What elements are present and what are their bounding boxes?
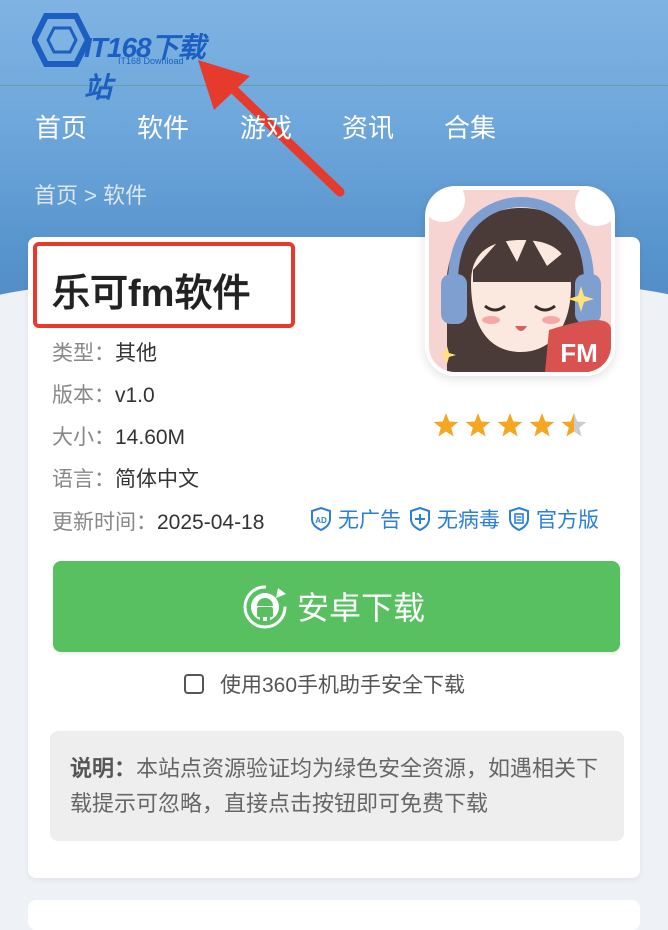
official-shield-icon [509, 507, 529, 531]
app-icon-art: FM [429, 190, 611, 372]
nav-home[interactable]: 首页 [35, 108, 87, 145]
next-card [28, 900, 640, 930]
app-icon: FM [425, 186, 615, 376]
info-type: 类型：其他 [52, 337, 157, 367]
breadcrumb[interactable]: 首页 > 软件 [34, 178, 147, 210]
info-size-value: 14.60M [115, 426, 186, 449]
plus-shield-icon [410, 507, 430, 531]
info-size-label: 大小： [52, 426, 115, 449]
app-title: 乐可fm软件 [52, 273, 251, 315]
info-size: 大小：14.60M [52, 421, 185, 451]
badge-no-ads: AD 无广告 [310, 504, 401, 534]
main-nav: 首页 软件 游戏 资讯 合集 [0, 108, 668, 148]
nav-games[interactable]: 游戏 [240, 108, 292, 145]
rating-stars [433, 413, 587, 437]
info-language-value: 简体中文 [115, 468, 199, 491]
download-button-label: 安卓下载 [297, 590, 426, 626]
rating-star-icon [465, 413, 491, 437]
info-update-label: 更新时间： [52, 511, 157, 534]
badge-no-virus-label: 无病毒 [437, 509, 500, 532]
nav-news[interactable]: 资讯 [342, 108, 394, 145]
ad-shield-icon: AD [311, 507, 331, 531]
nav-software[interactable]: 软件 [137, 108, 189, 145]
logo-icon [32, 13, 90, 67]
info-language: 语言：简体中文 [52, 463, 199, 493]
badge-no-ads-label: 无广告 [338, 509, 401, 532]
icon-fm-text: FM [560, 338, 598, 368]
note-body: 本站点资源验证均为绿色安全资源，如遇相关下载提示可忽略，直接点击按钮即可免费下载 [70, 756, 599, 816]
rating-star-icon [561, 413, 587, 437]
safety-badges: AD 无广告 无病毒 官方版 [310, 505, 607, 533]
rating-star-icon [497, 413, 523, 437]
app-icon-image: FM [429, 190, 611, 372]
safe-download-checkbox[interactable] [184, 674, 204, 694]
badge-no-virus: 无病毒 [409, 504, 500, 534]
rating-star-icon [529, 413, 555, 437]
note-text: 说明：本站点资源验证均为绿色安全资源，如遇相关下载提示可忽略，直接点击按钮即可免… [70, 751, 600, 821]
badge-official-label: 官方版 [536, 509, 599, 532]
info-type-label: 类型： [52, 342, 115, 365]
info-version-value: v1.0 [115, 384, 155, 407]
info-version-label: 版本： [52, 384, 115, 407]
info-update-time: 更新时间：2025-04-18 [52, 506, 264, 536]
info-type-value: 其他 [115, 342, 157, 365]
logo-subtext: IT168 Download [118, 56, 184, 66]
safe-download-label[interactable]: 使用360手机助手安全下载 [220, 669, 465, 699]
info-version: 版本：v1.0 [52, 379, 155, 409]
logo-text: IT168下载站 [84, 32, 206, 103]
rating-star-icon [433, 413, 459, 437]
info-language-label: 语言： [52, 468, 115, 491]
site-logo[interactable]: IT168下载站 IT168 Download [32, 12, 222, 103]
info-update-value: 2025-04-18 [157, 511, 265, 534]
android-download-button[interactable]: 安卓下载 [53, 561, 620, 652]
ad-shield-text: AD [315, 516, 327, 525]
badge-official: 官方版 [508, 504, 599, 534]
android-download-icon [243, 585, 287, 629]
download-note: 说明：本站点资源验证均为绿色安全资源，如遇相关下载提示可忽略，直接点击按钮即可免… [50, 731, 624, 841]
nav-collections[interactable]: 合集 [444, 108, 496, 145]
safe-download-option: 使用360手机助手安全下载 [184, 669, 465, 699]
note-label: 说明： [70, 756, 137, 781]
